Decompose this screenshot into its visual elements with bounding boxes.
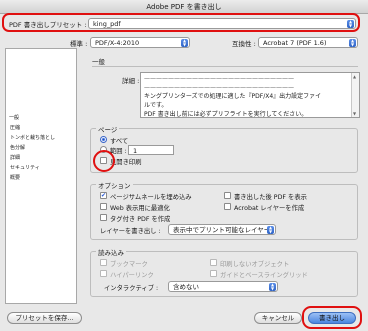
sidebar-item-marks-bleeds[interactable]: トンボと裁ち落とし <box>10 134 55 141</box>
sidebar-item-output[interactable]: 色分解 <box>10 144 25 151</box>
scroll-up-icon[interactable]: ▲ <box>353 74 356 79</box>
window-title-bar: Adobe PDF を書き出し <box>0 0 368 14</box>
sidebar-item-security[interactable]: セキュリティ <box>10 164 40 171</box>
view-after-label: 書き出した後 PDF を表示 <box>234 194 307 201</box>
tagged-pdf-checkbox[interactable] <box>100 214 107 221</box>
pages-all-radio[interactable] <box>100 136 107 143</box>
sidebar-item-advanced[interactable]: 詳細 <box>10 154 20 161</box>
acrobat-layers-label: Acrobat レイヤーを作成 <box>234 205 305 212</box>
interactive-select[interactable]: 含めない ▲ ▼ <box>168 281 278 292</box>
description-line: ルです。 <box>144 102 168 109</box>
description-line: キングプリンターズでの処理に適した『PDF/X4』出力設定ファイ <box>144 93 322 100</box>
cancel-button[interactable]: キャンセル <box>254 312 302 324</box>
general-divider <box>92 66 358 67</box>
general-heading: 一般 <box>92 58 105 66</box>
guides-label: ガイドとベースライングリッド <box>220 272 308 279</box>
guides-checkbox[interactable] <box>210 270 217 277</box>
interactive-label: インタラクティブ : <box>104 285 159 292</box>
highlight-preset-oval <box>2 13 360 32</box>
standard-stepper-icon: ▲ ▼ <box>181 38 188 47</box>
compat-value: Acrobat 7 (PDF 1.6) <box>263 39 327 47</box>
acrobat-layers-checkbox[interactable] <box>224 203 231 210</box>
export-layers-select[interactable]: 表示中でプリント可能なレイヤー ▲ ▼ <box>168 224 276 235</box>
description-textarea[interactable]: ————————————————————————— ——————————————… <box>140 72 360 118</box>
hyperlinks-checkbox[interactable] <box>100 270 107 277</box>
nonprinting-checkbox[interactable] <box>210 259 217 266</box>
bookmarks-label: ブックマーク <box>110 261 148 268</box>
sidebar-item-compression[interactable]: 圧縮 <box>10 124 20 131</box>
embed-thumbnails-checkbox[interactable]: ✔ <box>100 192 107 199</box>
interactive-stepper-icon: ▲ ▼ <box>269 282 276 291</box>
options-title: オプション <box>96 180 133 190</box>
nonprinting-label: 印刷しないオブジェクト <box>220 261 290 268</box>
pages-range-input[interactable]: 1 <box>128 145 174 155</box>
compat-select[interactable]: Acrobat 7 (PDF 1.6) ▲ ▼ <box>258 37 358 48</box>
description-line: PDF 書き出し前には必ずプリフライトを実行してください。 <box>144 111 308 118</box>
export-layers-label: レイヤーを書き出し : <box>100 228 161 235</box>
view-after-checkbox[interactable] <box>224 192 231 199</box>
interactive-value: 含めない <box>173 283 199 291</box>
hyperlinks-label: ハイパーリンク <box>110 272 154 279</box>
highlight-spreads-circle <box>93 150 115 172</box>
export-layers-value: 表示中でプリント可能なレイヤー <box>173 226 271 234</box>
pages-range-value: 1 <box>133 147 138 155</box>
sidebar-item-summary[interactable]: 概要 <box>10 174 20 181</box>
compat-stepper-icon: ▲ ▼ <box>349 38 356 47</box>
web-optimize-checkbox[interactable] <box>100 203 107 210</box>
standard-label: 標準 : <box>70 40 88 48</box>
description-label: 詳細 : <box>122 77 140 85</box>
standard-select[interactable]: PDF/X-4:2010 ▲ ▼ <box>90 37 190 48</box>
scroll-down-icon[interactable]: ▼ <box>353 111 356 116</box>
embed-thumbnails-label: ページサムネールを埋め込み <box>110 194 192 201</box>
description-scrollbar[interactable]: ▲ ▼ <box>351 73 359 117</box>
compat-label: 互換性 : <box>232 40 256 48</box>
pages-all-label: すべて <box>110 138 129 145</box>
tagged-pdf-label: タグ付き PDF を作成 <box>110 216 171 223</box>
bookmarks-checkbox[interactable] <box>100 259 107 266</box>
sidebar-item-general[interactable]: 一般 <box>9 114 19 121</box>
export-layers-stepper-icon: ▲ ▼ <box>267 225 274 234</box>
web-optimize-label: Web 表示用に最適化 <box>110 205 170 212</box>
description-line: ————————————————————————— <box>144 84 294 91</box>
description-line: ————————————————————————— <box>144 75 294 82</box>
include-title: 読み込み <box>96 247 126 257</box>
standard-value: PDF/X-4:2010 <box>95 39 140 47</box>
pages-title: ページ <box>96 124 120 134</box>
window-title: Adobe PDF を書き出し <box>146 3 222 11</box>
highlight-export-oval <box>302 306 362 329</box>
category-sidebar: 一般 圧縮 トンボと裁ち落とし 色分解 詳細 セキュリティ 概要 <box>5 48 77 304</box>
save-preset-button[interactable]: プリセットを保存... <box>7 312 82 324</box>
